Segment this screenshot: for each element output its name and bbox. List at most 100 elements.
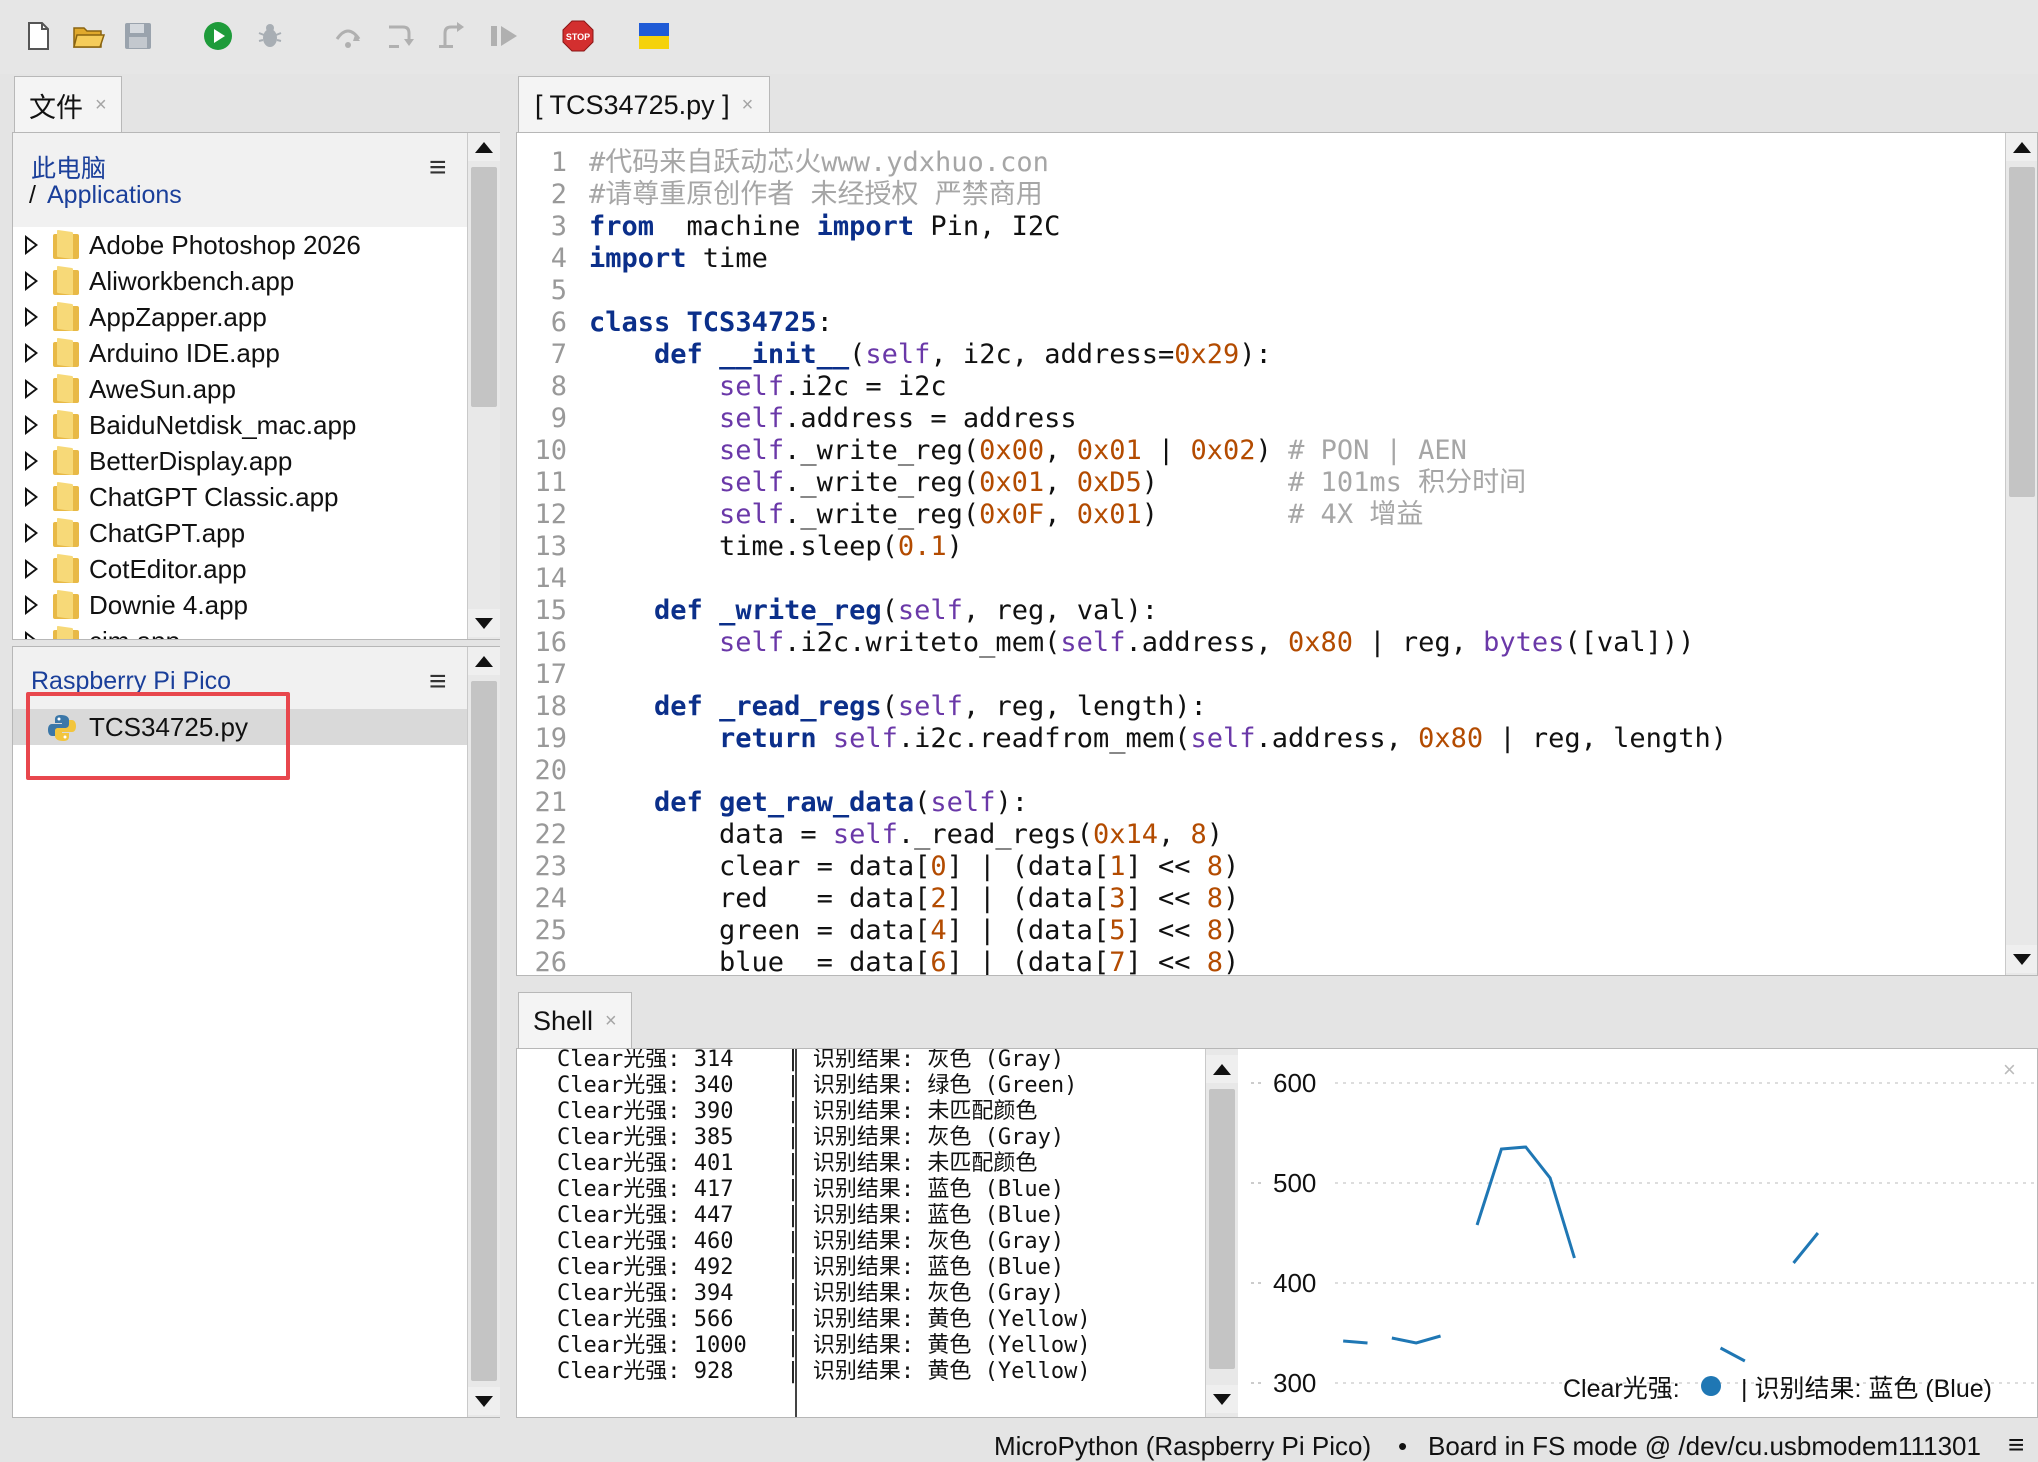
tree-item[interactable]: ChatGPT Classic.app <box>25 479 339 515</box>
run-icon[interactable] <box>196 14 240 58</box>
code-line[interactable]: 4 import time <box>517 243 2003 275</box>
tree-item[interactable]: Aliworkbench.app <box>25 263 294 299</box>
code-line[interactable]: 21 def get_raw_data(self): <box>517 787 2003 819</box>
tab-editor-file[interactable]: [ TCS34725.py ] × <box>518 76 771 133</box>
step-out-icon[interactable] <box>430 14 474 58</box>
line-number: 1 <box>550 147 567 178</box>
code-line[interactable]: 10 self._write_reg(0x00, 0x01 | 0x02) # … <box>517 435 2003 467</box>
code-line[interactable]: 18 def _read_regs(self, reg, length): <box>517 691 2003 723</box>
code-line[interactable]: 5 <box>517 275 2003 307</box>
new-file-icon[interactable] <box>16 14 60 58</box>
tree-item[interactable]: AweSun.app <box>25 371 236 407</box>
code-area[interactable]: 1 #代码来自跃动芯火www.ydxhuo.con 2 #请尊重原创作者 未经授权 严… <box>517 147 2003 975</box>
scroll-up-icon[interactable] <box>2006 133 2037 161</box>
expand-triangle-icon[interactable] <box>25 487 39 507</box>
code-line[interactable]: 1 #代码来自跃动芯火www.ydxhuo.con <box>517 147 2003 179</box>
code-line[interactable]: 25 green = data[4] | (data[5] << 8) <box>517 915 2003 947</box>
expand-triangle-icon[interactable] <box>25 523 39 543</box>
shell-scrollbar[interactable] <box>1205 1049 1238 1417</box>
scrollbar-thumb[interactable] <box>471 681 497 1381</box>
scroll-down-icon[interactable] <box>468 609 500 637</box>
files-scrollbar[interactable] <box>467 133 500 639</box>
expand-triangle-icon[interactable] <box>25 595 39 615</box>
tree-item[interactable]: Downie 4.app <box>25 587 248 623</box>
expand-triangle-icon[interactable] <box>25 379 39 399</box>
line-number: 24 <box>534 883 567 914</box>
code-line[interactable]: 26 blue = data[6] | (data[7] << 8) <box>517 947 2003 975</box>
tree-item[interactable]: Arduino IDE.app <box>25 335 280 371</box>
y-tick-label: 600 <box>1273 1068 1316 1098</box>
code-line[interactable]: 16 self.i2c.writeto_mem(self.address, 0x… <box>517 627 2003 659</box>
flag-icon[interactable] <box>632 14 676 58</box>
code-line[interactable]: 6 class TCS34725: <box>517 307 2003 339</box>
editor-scrollbar[interactable] <box>2005 133 2037 975</box>
resume-icon[interactable] <box>482 14 526 58</box>
tree-item[interactable]: cim.app <box>25 623 180 639</box>
menu-icon[interactable]: ≡ <box>429 667 447 697</box>
stop-icon[interactable]: STOP <box>556 14 600 58</box>
tab-shell[interactable]: Shell × <box>518 992 632 1049</box>
close-icon[interactable]: × <box>95 94 107 117</box>
scroll-down-icon[interactable] <box>1206 1385 1238 1413</box>
code-line[interactable]: 17 <box>517 659 2003 691</box>
computer-title[interactable]: 此电脑 <box>31 149 106 185</box>
code-line[interactable]: 13 time.sleep(0.1) <box>517 531 2003 563</box>
open-folder-icon[interactable] <box>66 14 110 58</box>
tab-files[interactable]: 文件 × <box>14 76 122 133</box>
shell-output[interactable]: Clear光强: 314 | 识别结果: 灰色 (Gray) Clear光强: 3… <box>517 1049 1203 1417</box>
expand-triangle-icon[interactable] <box>25 343 39 363</box>
tree-item[interactable]: BetterDisplay.app <box>25 443 292 479</box>
scrollbar-thumb[interactable] <box>2009 167 2035 497</box>
close-icon[interactable]: × <box>605 1010 617 1033</box>
code-line[interactable]: 2 #请尊重原创作者 未经授权 严禁商用 <box>517 179 2003 211</box>
code-line[interactable]: 24 red = data[2] | (data[3] << 8) <box>517 883 2003 915</box>
device-scrollbar[interactable] <box>467 647 500 1417</box>
folder-icon <box>53 447 79 475</box>
scrollbar-thumb[interactable] <box>1209 1089 1235 1369</box>
scroll-down-icon[interactable] <box>2006 945 2037 973</box>
expand-triangle-icon[interactable] <box>25 451 39 471</box>
scroll-up-icon[interactable] <box>468 133 500 161</box>
expand-triangle-icon[interactable] <box>25 235 39 255</box>
folder-icon <box>53 483 79 511</box>
step-over-icon[interactable] <box>326 14 370 58</box>
path-applications[interactable]: Applications <box>47 181 182 210</box>
code-line[interactable]: 9 self.address = address <box>517 403 2003 435</box>
scroll-down-icon[interactable] <box>468 1387 500 1415</box>
tree-item[interactable]: ChatGPT.app <box>25 515 245 551</box>
tree-item[interactable]: Adobe Photoshop 2026 <box>25 227 361 263</box>
scroll-up-icon[interactable] <box>1206 1055 1238 1083</box>
code-line[interactable]: 15 def _write_reg(self, reg, val): <box>517 595 2003 627</box>
code-line[interactable]: 22 data = self._read_regs(0x14, 8) <box>517 819 2003 851</box>
code-line[interactable]: 12 self._write_reg(0x0F, 0x01) # 4X 增益 <box>517 499 2003 531</box>
scrollbar-thumb[interactable] <box>471 167 497 407</box>
save-icon[interactable] <box>116 14 160 58</box>
tree-item[interactable]: BaiduNetdisk_mac.app <box>25 407 356 443</box>
code-editor[interactable]: 1 #代码来自跃动芯火www.ydxhuo.con 2 #请尊重原创作者 未经授权 严… <box>516 132 2038 976</box>
code-line[interactable]: 19 return self.i2c.readfrom_mem(self.add… <box>517 723 2003 755</box>
menu-icon[interactable]: ≡ <box>429 153 447 183</box>
expand-triangle-icon[interactable] <box>25 631 39 639</box>
code-line[interactable]: 8 self.i2c = i2c <box>517 371 2003 403</box>
code-line[interactable]: 3 from machine import Pin, I2C <box>517 211 2003 243</box>
scroll-up-icon[interactable] <box>468 647 500 675</box>
code-line[interactable]: 14 <box>517 563 2003 595</box>
step-into-icon[interactable] <box>378 14 422 58</box>
tree-item[interactable]: CotEditor.app <box>25 551 247 587</box>
tree-item[interactable]: AppZapper.app <box>25 299 267 335</box>
expand-triangle-icon[interactable] <box>25 307 39 327</box>
shell-line: Clear光强: 460 | 识别结果: 灰色 (Gray) <box>557 1229 1065 1254</box>
debug-icon[interactable] <box>248 14 292 58</box>
interpreter-label[interactable]: MicroPython (Raspberry Pi Pico) <box>994 1431 1371 1462</box>
line-number: 21 <box>534 787 567 818</box>
expand-triangle-icon[interactable] <box>25 559 39 579</box>
expand-triangle-icon[interactable] <box>25 415 39 435</box>
code-line[interactable]: 23 clear = data[0] | (data[1] << 8) <box>517 851 2003 883</box>
code-line[interactable]: 7 def __init__(self, i2c, address=0x29): <box>517 339 2003 371</box>
code-line[interactable]: 11 self._write_reg(0x01, 0xD5) # 101ms 积… <box>517 467 2003 499</box>
menu-icon[interactable]: ≡ <box>2008 1429 2024 1461</box>
code-line[interactable]: 20 <box>517 755 2003 787</box>
expand-triangle-icon[interactable] <box>25 271 39 291</box>
close-icon[interactable]: × <box>742 94 754 117</box>
folder-icon <box>53 411 79 439</box>
